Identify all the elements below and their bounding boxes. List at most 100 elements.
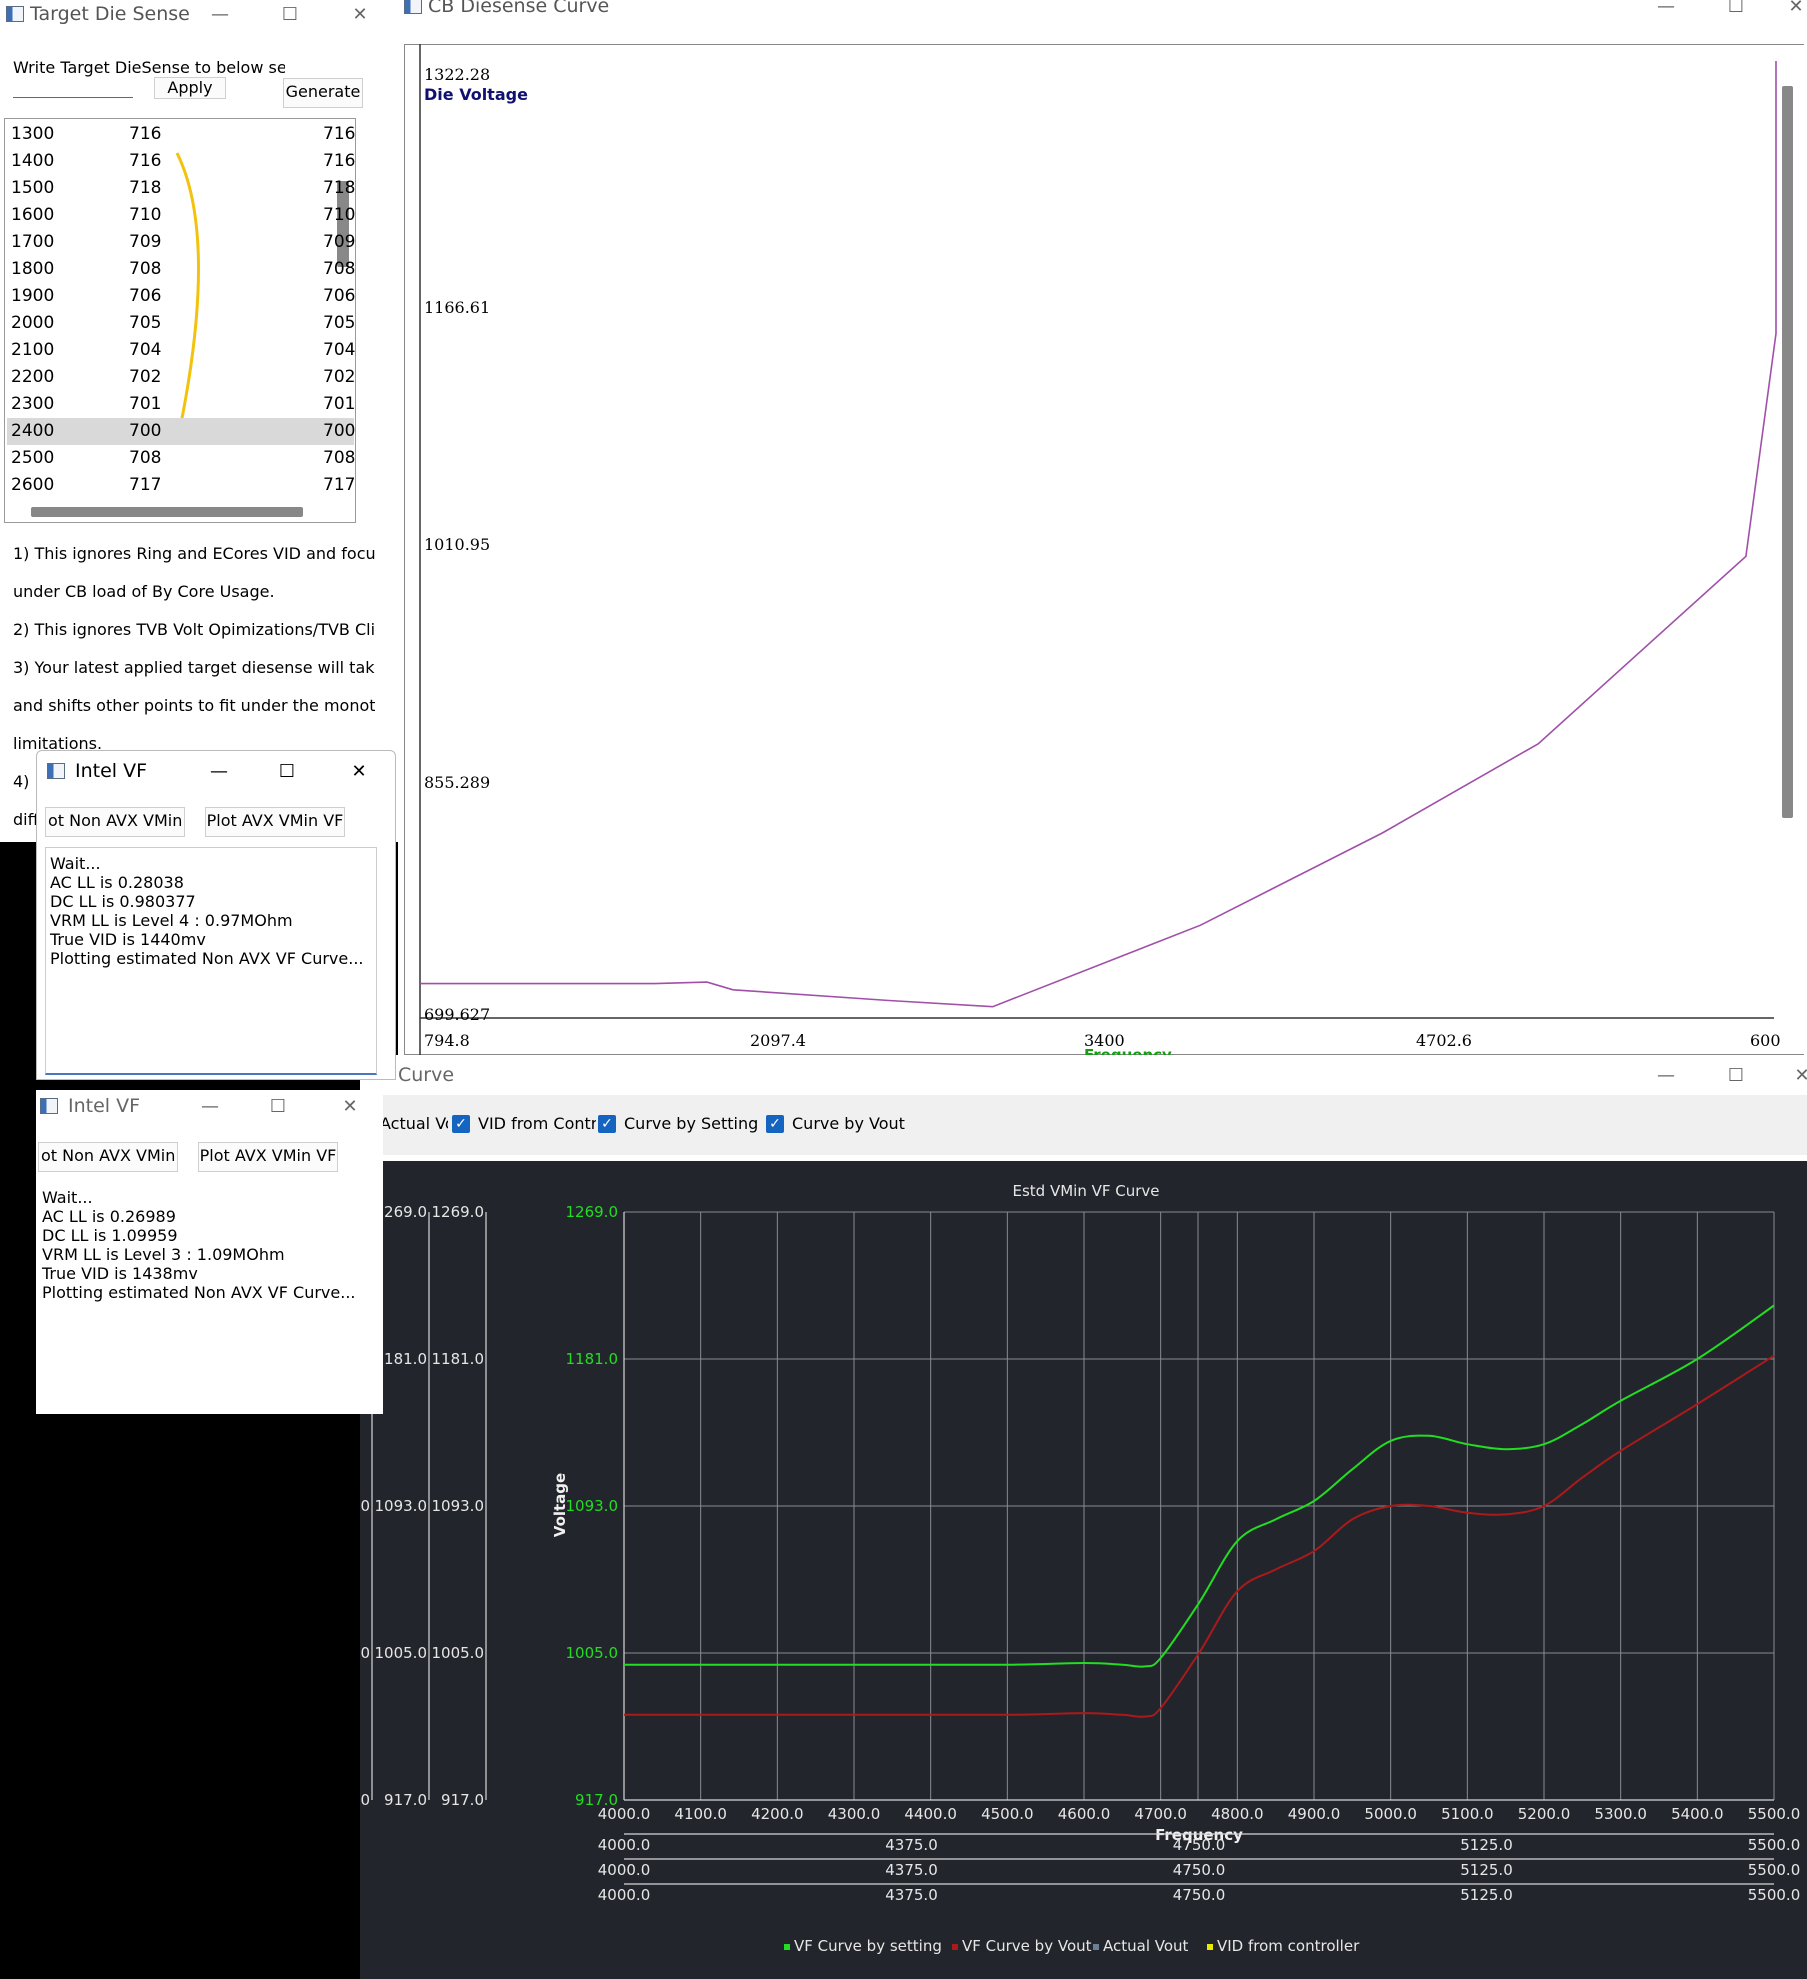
legend-swatch bbox=[784, 1944, 790, 1950]
cb-diesense-window: CB Diesense Curve — ☐ ✕ 1322.28 1166.61 10… bbox=[398, 0, 1807, 1055]
table-row[interactable]: 2300 701 701 bbox=[7, 391, 355, 418]
applied-cell: 706 bbox=[323, 286, 356, 306]
freq-cell: 1800 bbox=[11, 259, 55, 279]
secondary-x-tick-label: 5500.0 bbox=[1748, 1836, 1801, 1854]
close-icon[interactable]: ✕ bbox=[338, 1096, 362, 1118]
window-title: Intel VF bbox=[75, 760, 148, 782]
x-tick-label: 5400.0 bbox=[1671, 1805, 1724, 1823]
plot-avx-button[interactable]: Plot AVX VMin VF bbox=[198, 1142, 338, 1172]
table-row[interactable]: 2000 705 705 bbox=[7, 310, 356, 337]
table-row[interactable]: 1800 708 708 bbox=[7, 256, 355, 283]
series-line bbox=[623, 1354, 1775, 1718]
plot-non-avx-button[interactable]: ot Non AVX VMin \ bbox=[45, 807, 185, 837]
table-row[interactable]: 2200 702 702 bbox=[7, 364, 356, 391]
y-tick-label: 1181.0 bbox=[566, 1350, 619, 1368]
applied-cell: 700 bbox=[323, 421, 356, 441]
status-log: Wait... AC LL is 0.26989 DC LL is 1.09959 V… bbox=[38, 1182, 368, 1410]
target-diesense-input[interactable] bbox=[13, 78, 133, 98]
plot-non-avx-button[interactable]: ot Non AVX VMin \ bbox=[38, 1142, 178, 1172]
target-cell: 716 bbox=[129, 124, 162, 144]
horizontal-scrollbar[interactable] bbox=[31, 507, 303, 517]
secondary-y-tick-label: 1093.0 bbox=[360, 1497, 370, 1515]
applied-cell: 716 bbox=[323, 124, 356, 144]
legend-label: VF Curve by setting bbox=[794, 1937, 942, 1955]
x-tick-label: 600 bbox=[1750, 1031, 1781, 1050]
table-row[interactable]: 1600 710 710 bbox=[7, 202, 355, 229]
minimize-icon[interactable]: — bbox=[207, 761, 231, 783]
legend-swatch bbox=[952, 1944, 958, 1950]
log-line: Wait... bbox=[50, 854, 101, 873]
secondary-x-tick-label: 4000.0 bbox=[598, 1886, 651, 1904]
secondary-x-tick-label: 4375.0 bbox=[885, 1886, 938, 1904]
target-cell: 708 bbox=[129, 448, 162, 468]
y-axis-title: Voltage bbox=[551, 1473, 569, 1537]
secondary-x-tick-label: 5500.0 bbox=[1748, 1861, 1801, 1879]
x-tick-label: 4600.0 bbox=[1058, 1805, 1111, 1823]
minimize-icon[interactable]: — bbox=[198, 1096, 222, 1118]
table-row[interactable]: 2100 704 704 bbox=[7, 337, 355, 364]
instruction-label: Write Target DieSense to below selecte bbox=[13, 58, 285, 77]
table-row[interactable]: 1300 716 716 bbox=[7, 121, 356, 148]
x-tick-label: 5200.0 bbox=[1518, 1805, 1571, 1823]
freq-cell: 1900 bbox=[11, 286, 55, 306]
x-tick-label: 4300.0 bbox=[828, 1805, 881, 1823]
freq-cell: 2200 bbox=[11, 367, 55, 387]
table-row[interactable]: 1900 706 706 bbox=[7, 283, 356, 310]
plot-avx-button[interactable]: Plot AVX VMin VF bbox=[205, 807, 345, 837]
app-icon bbox=[40, 1098, 58, 1114]
note-line: under CB load of By Core Usage. bbox=[13, 582, 275, 601]
legend-swatch bbox=[1207, 1944, 1213, 1950]
maximize-icon[interactable]: ☐ bbox=[266, 1096, 290, 1118]
vf-table[interactable]: 1300 716 716 1400 716 716 1500 718 718 1600 710 710… bbox=[4, 118, 356, 523]
freq-cell: 2600 bbox=[11, 475, 55, 495]
secondary-x-tick-label: 4750.0 bbox=[1173, 1836, 1226, 1854]
x-tick-label: 5100.0 bbox=[1441, 1805, 1494, 1823]
table-row[interactable]: 2500 708 708 bbox=[7, 445, 355, 472]
diesense-line bbox=[420, 61, 1777, 1008]
log-line: Plotting estimated Non AVX VF Curve... bbox=[42, 1283, 356, 1302]
freq-cell: 2000 bbox=[11, 313, 55, 333]
window-title: Intel VF bbox=[68, 1095, 141, 1117]
table-row[interactable]: 2600 717 717 bbox=[7, 472, 355, 499]
chart-title: Estd VMin VF Curve bbox=[1012, 1182, 1159, 1200]
x-tick-label: 4700.0 bbox=[1134, 1805, 1187, 1823]
freq-cell: 1300 bbox=[11, 124, 55, 144]
y-tick-label: 1010.95 bbox=[424, 535, 490, 554]
window-title: Target Die Sense bbox=[30, 3, 190, 25]
maximize-icon[interactable]: ☐ bbox=[275, 761, 299, 783]
log-line: Plotting estimated Non AVX VF Curve... bbox=[50, 949, 364, 968]
note-line: 2) This ignores TVB Volt Opimizations/TV… bbox=[13, 620, 375, 639]
target-cell: 716 bbox=[129, 151, 162, 171]
x-tick-label: 4900.0 bbox=[1288, 1805, 1341, 1823]
generate-button[interactable]: Generate bbox=[283, 78, 363, 108]
target-cell: 708 bbox=[129, 259, 162, 279]
vertical-scrollbar[interactable] bbox=[1782, 86, 1793, 818]
minimize-icon[interactable]: — bbox=[208, 4, 232, 26]
app-icon bbox=[47, 763, 65, 779]
log-line: True VID is 1440mv bbox=[50, 930, 206, 949]
maximize-icon[interactable]: ☐ bbox=[278, 4, 302, 26]
log-line: AC LL is 0.28038 bbox=[50, 873, 184, 892]
intel-vf-window-1: Intel VF — ☐ ✕ ot Non AVX VMin \ Plot AV… bbox=[36, 750, 396, 1080]
applied-cell: 709 bbox=[323, 232, 356, 252]
table-row[interactable]: 2400 700 700 bbox=[7, 418, 356, 445]
secondary-y-tick-label: 1181.0 bbox=[432, 1350, 485, 1368]
table-row[interactable]: 1500 718 718 bbox=[7, 175, 355, 202]
table-row[interactable]: 1400 716 716 bbox=[7, 148, 355, 175]
log-line: Wait... bbox=[42, 1188, 93, 1207]
x-tick-label: 4400.0 bbox=[904, 1805, 957, 1823]
secondary-x-tick-label: 5125.0 bbox=[1460, 1886, 1513, 1904]
close-icon[interactable]: ✕ bbox=[347, 761, 371, 783]
close-icon[interactable]: ✕ bbox=[348, 4, 372, 26]
applied-cell: 705 bbox=[323, 313, 356, 333]
intel-vf-window-2: Intel VF — ☐ ✕ ot Non AVX VMin \ Plot AV… bbox=[36, 1090, 383, 1414]
applied-cell: 702 bbox=[323, 367, 356, 387]
secondary-x-tick-label: 4375.0 bbox=[885, 1836, 938, 1854]
app-icon bbox=[6, 6, 24, 22]
target-cell: 709 bbox=[129, 232, 162, 252]
secondary-y-tick-label: 1269.0 bbox=[432, 1203, 485, 1221]
vf-chart: Estd VMin VF Curve 4000.0 4100.0 4200.0 4300… bbox=[360, 1182, 1801, 1955]
apply-button[interactable]: Apply bbox=[154, 77, 226, 99]
freq-cell: 2100 bbox=[11, 340, 55, 360]
table-row[interactable]: 1700 709 709 bbox=[7, 229, 356, 256]
